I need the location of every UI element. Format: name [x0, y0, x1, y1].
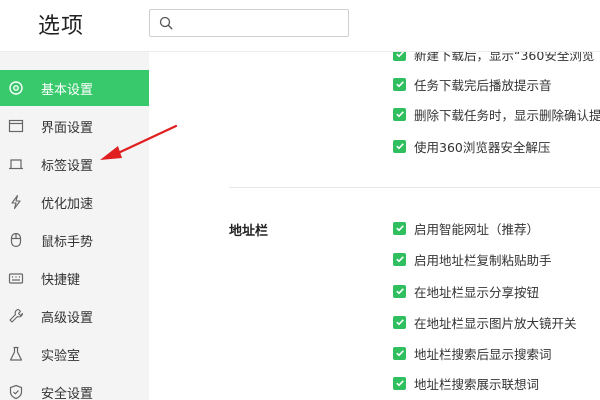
checkbox-row-share-button[interactable]: 在地址栏显示分享按钮 — [393, 281, 539, 301]
gear-icon — [8, 80, 24, 96]
sidebar-item-label: 高级设置 — [41, 310, 94, 326]
sidebar-item-ui-settings[interactable]: 界面设置 — [0, 108, 149, 144]
sidebar-item-label: 优化加速 — [41, 196, 94, 212]
search-icon — [159, 16, 173, 30]
checkbox-row-safe-unzip[interactable]: 使用360浏览器安全解压 — [393, 136, 550, 156]
checkbox-label: 删除下载任务时，显示删除确认提 — [414, 107, 600, 123]
sidebar-item-optimize[interactable]: 优化加速 — [0, 184, 149, 220]
checkbox-label: 启用智能网址（推荐） — [414, 221, 540, 237]
checkbox-label: 任务下载完后播放提示音 — [414, 77, 552, 93]
header: 选项 — [0, 0, 600, 52]
checkbox-checked-icon[interactable] — [393, 52, 406, 61]
checkbox-label: 地址栏搜索展示联想词 — [414, 376, 540, 392]
search-box[interactable] — [149, 9, 349, 37]
checkbox-checked-icon[interactable] — [393, 252, 406, 266]
checkbox-checked-icon[interactable] — [393, 376, 406, 390]
checkbox-row-smart-url[interactable]: 启用智能网址（推荐） — [393, 218, 539, 238]
wrench-icon — [8, 308, 24, 324]
checkbox-label: 在地址栏显示分享按钮 — [414, 284, 540, 300]
sidebar-item-mouse-gesture[interactable]: 鼠标手势 — [0, 222, 149, 258]
section-title-address-bar: 地址栏 — [229, 224, 269, 239]
checkbox-checked-icon[interactable] — [393, 284, 406, 298]
checkbox-label: 新建下载后，显示“360安全浏览 — [414, 52, 595, 63]
checkbox-row-download-prompt[interactable]: 新建下载后，显示“360安全浏览 — [393, 52, 594, 64]
window-icon — [8, 118, 24, 134]
settings-panel: 新建下载后，显示“360安全浏览 任务下载完后播放提示音 删除下载任务时，显示删… — [149, 52, 600, 400]
checkbox-row-magnifier[interactable]: 在地址栏显示图片放大镜开关 — [393, 312, 577, 332]
lightning-icon — [8, 194, 24, 210]
sidebar-item-tab-settings[interactable]: 标签设置 — [0, 146, 149, 182]
sidebar-item-label: 鼠标手势 — [41, 234, 94, 250]
sidebar-item-shortcuts[interactable]: 快捷键 — [0, 260, 149, 296]
checkbox-checked-icon[interactable] — [393, 107, 406, 121]
sidebar-item-label: 快捷键 — [41, 272, 81, 288]
checkbox-label: 启用地址栏复制粘贴助手 — [414, 252, 552, 268]
checkbox-row-suggestions[interactable]: 地址栏搜索展示联想词 — [393, 373, 539, 393]
checkbox-checked-icon[interactable] — [393, 315, 406, 329]
keyboard-icon — [8, 270, 24, 286]
sidebar-item-label: 基本设置 — [41, 82, 94, 98]
sidebar-item-basic-settings[interactable]: 基本设置 — [0, 70, 149, 106]
shield-icon — [8, 384, 24, 400]
checkbox-label: 地址栏搜索后显示搜索词 — [414, 346, 552, 362]
sidebar-item-label: 安全设置 — [41, 386, 94, 400]
sidebar-item-label: 标签设置 — [41, 158, 94, 174]
sidebar: 基本设置 界面设置 标签设置 优化加速 鼠标手势 快捷键 高级设置 实验室 安全… — [0, 52, 149, 400]
sidebar-item-advanced[interactable]: 高级设置 — [0, 298, 149, 334]
flask-icon — [8, 346, 24, 362]
sidebar-item-lab[interactable]: 实验室 — [0, 336, 149, 372]
checkbox-row-paste-helper[interactable]: 启用地址栏复制粘贴助手 — [393, 249, 552, 269]
checkbox-checked-icon[interactable] — [393, 346, 406, 360]
checkbox-checked-icon[interactable] — [393, 221, 406, 235]
sidebar-item-security[interactable]: 安全设置 — [0, 374, 149, 400]
search-input[interactable] — [180, 13, 342, 33]
page-title: 选项 — [38, 14, 85, 39]
sidebar-item-label: 界面设置 — [41, 120, 94, 136]
checkbox-row-play-sound[interactable]: 任务下载完后播放提示音 — [393, 74, 552, 94]
checkbox-checked-icon[interactable] — [393, 139, 406, 153]
checkbox-label: 使用360浏览器安全解压 — [414, 139, 551, 155]
checkbox-checked-icon[interactable] — [393, 77, 406, 91]
tab-icon — [8, 156, 24, 172]
checkbox-row-delete-confirm[interactable]: 删除下载任务时，显示删除确认提 — [393, 104, 600, 124]
mouse-icon — [8, 232, 24, 248]
checkbox-label: 在地址栏显示图片放大镜开关 — [414, 315, 577, 331]
section-divider — [229, 187, 600, 188]
checkbox-row-search-terms[interactable]: 地址栏搜索后显示搜索词 — [393, 343, 552, 363]
sidebar-item-label: 实验室 — [41, 348, 81, 364]
